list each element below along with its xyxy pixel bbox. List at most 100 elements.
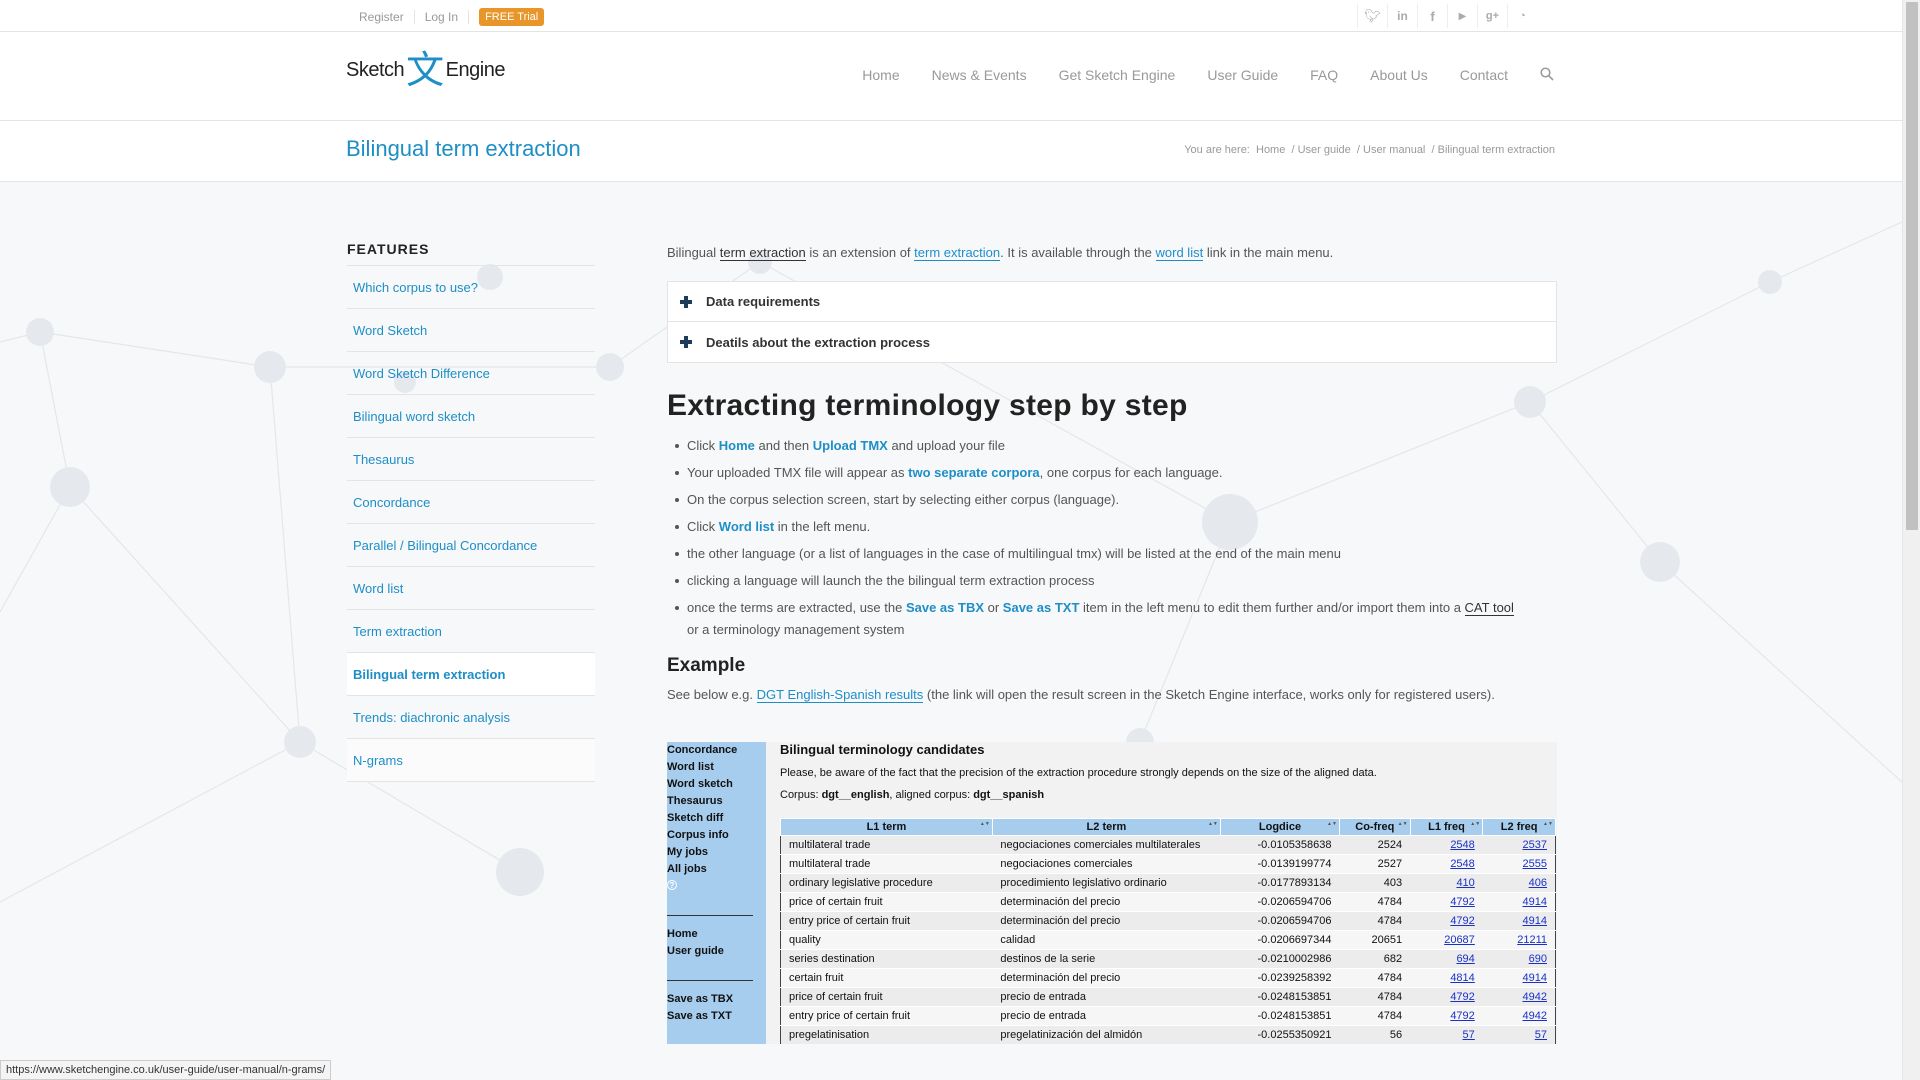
search-icon[interactable] bbox=[1524, 67, 1554, 84]
cell-l2-freq-link[interactable]: 690 bbox=[1482, 949, 1556, 969]
col-l1-term[interactable]: L1 term bbox=[780, 818, 993, 836]
sidebar-item-bilingual-term-extraction[interactable]: Bilingual term extraction bbox=[347, 653, 595, 696]
cell-l2-term: negociaciones comerciales multilaterales bbox=[992, 835, 1221, 855]
breadcrumb-home[interactable]: Home bbox=[1256, 144, 1285, 156]
dgt-results-link[interactable]: DGT English-Spanish results bbox=[756, 687, 924, 703]
nav-home[interactable]: Home bbox=[846, 67, 915, 84]
cell-l1-freq-link[interactable]: 4792 bbox=[1410, 911, 1483, 931]
plus-icon bbox=[680, 295, 692, 308]
step-text: the other language (or a list of languag… bbox=[687, 546, 1341, 561]
sidebar-item-thesaurus[interactable]: Thesaurus bbox=[347, 438, 595, 481]
cell-co-freq: 4784 bbox=[1339, 892, 1411, 912]
rss-icon[interactable]: ◔ bbox=[1507, 4, 1537, 28]
col-logdice[interactable]: Logdice bbox=[1219, 818, 1341, 836]
cell-l2-freq-link[interactable]: 4914 bbox=[1482, 968, 1556, 988]
word-list-step-link[interactable]: Word list bbox=[719, 519, 774, 534]
sidebar-item-parallel-concordance[interactable]: Parallel / Bilingual Concordance bbox=[347, 524, 595, 567]
cell-l1-freq-link[interactable]: 4792 bbox=[1410, 892, 1483, 912]
toggle-extraction-details[interactable]: Deatils about the extraction process bbox=[668, 322, 1556, 362]
shot-note: Please, be aware of the fact that the pr… bbox=[780, 767, 1377, 779]
sidebar-item-word-sketch[interactable]: Word Sketch bbox=[347, 309, 595, 352]
sidebar-item-which-corpus[interactable]: Which corpus to use? bbox=[347, 266, 595, 309]
two-separate-corpora-link[interactable]: two separate corpora bbox=[908, 465, 1040, 480]
cell-l2-freq-link[interactable]: 21211 bbox=[1482, 930, 1556, 950]
col-l2-term[interactable]: L2 term bbox=[991, 818, 1221, 836]
twitter-icon[interactable]: 🐦︎ bbox=[1357, 4, 1387, 28]
col-l2-freq[interactable]: L2 freq bbox=[1482, 818, 1556, 836]
upload-tmx-link[interactable]: Upload TMX bbox=[813, 438, 888, 453]
cell-l2-freq-link[interactable]: 4942 bbox=[1482, 1006, 1556, 1026]
breadcrumb-user-guide[interactable]: User guide bbox=[1298, 144, 1351, 156]
list-item: the other language (or a list of languag… bbox=[667, 543, 1557, 570]
col-l1-freq[interactable]: L1 freq bbox=[1409, 818, 1484, 836]
word-list-link[interactable]: word list bbox=[1155, 245, 1204, 261]
cell-l1-freq-link[interactable]: 57 bbox=[1410, 1025, 1483, 1044]
cell-l2-freq-link[interactable]: 4914 bbox=[1482, 911, 1556, 931]
cat-tool-tooltip[interactable]: CAT tool bbox=[1464, 600, 1514, 616]
login-link[interactable]: Log In bbox=[415, 10, 470, 24]
sidebar-item-word-sketch-difference[interactable]: Word Sketch Difference bbox=[347, 352, 595, 395]
sidebar-item-trends[interactable]: Trends: diachronic analysis bbox=[347, 696, 595, 739]
list-item: Your uploaded TMX file will appear as tw… bbox=[667, 462, 1557, 489]
nav-contact[interactable]: Contact bbox=[1444, 67, 1524, 84]
cell-co-freq: 4784 bbox=[1339, 911, 1411, 931]
example-screenshot: Concordance Word list Word sketch Thesau… bbox=[667, 742, 1557, 1044]
nav-faq[interactable]: FAQ bbox=[1294, 67, 1354, 84]
breadcrumb-user-manual[interactable]: User manual bbox=[1363, 144, 1425, 156]
register-link[interactable]: Register bbox=[349, 10, 415, 24]
cell-l1-freq-link[interactable]: 2548 bbox=[1410, 854, 1483, 874]
cell-l1-freq-link[interactable]: 4792 bbox=[1410, 1006, 1483, 1026]
cell-l1-term: certain fruit bbox=[780, 968, 993, 988]
googleplus-icon[interactable]: g+ bbox=[1477, 4, 1507, 28]
sidebar-item-bilingual-word-sketch[interactable]: Bilingual word sketch bbox=[347, 395, 595, 438]
shot-menu-item: Word list bbox=[667, 761, 714, 773]
cell-l2-freq-link[interactable]: 2537 bbox=[1482, 835, 1556, 855]
step-text: Click bbox=[687, 438, 719, 453]
site-logo[interactable]: Sketch 文 Engine bbox=[346, 51, 505, 89]
cell-co-freq: 403 bbox=[1339, 873, 1411, 893]
toggle-label: Data requirements bbox=[706, 294, 821, 309]
sidebar-item-term-extraction[interactable]: Term extraction bbox=[347, 610, 595, 653]
toggle-data-requirements[interactable]: Data requirements bbox=[668, 282, 1556, 322]
scrollbar-thumb[interactable] bbox=[1906, 2, 1918, 530]
youtube-icon[interactable]: ▶ bbox=[1447, 4, 1477, 28]
home-link[interactable]: Home bbox=[719, 438, 755, 453]
col-co-freq[interactable]: Co-freq bbox=[1339, 818, 1411, 836]
shot-menu-item: Save as TBX bbox=[667, 993, 734, 1005]
nav-about-us[interactable]: About Us bbox=[1354, 67, 1444, 84]
plus-icon bbox=[680, 336, 692, 348]
shot-text: , aligned corpus: bbox=[889, 789, 974, 801]
sidebar-item-n-grams[interactable]: N-grams bbox=[347, 739, 595, 782]
table-row: price of certain fruit precio de entrada -… bbox=[780, 987, 1556, 1007]
nav-news-events[interactable]: News & Events bbox=[916, 67, 1043, 84]
term-extraction-tooltip[interactable]: term extraction bbox=[719, 245, 806, 261]
cell-l1-freq-link[interactable]: 20687 bbox=[1410, 930, 1483, 950]
cell-l1-freq-link[interactable]: 4814 bbox=[1410, 968, 1483, 988]
term-extraction-link[interactable]: term extraction bbox=[914, 245, 1001, 261]
sidebar-item-concordance[interactable]: Concordance bbox=[347, 481, 595, 524]
facebook-icon[interactable]: f bbox=[1417, 4, 1447, 28]
sidebar-item-word-list[interactable]: Word list bbox=[347, 567, 595, 610]
cell-l1-freq-link[interactable]: 410 bbox=[1410, 873, 1483, 893]
nav-user-guide[interactable]: User Guide bbox=[1191, 67, 1294, 84]
cell-l1-freq-link[interactable]: 694 bbox=[1410, 949, 1483, 969]
cell-l2-freq-link[interactable]: 57 bbox=[1482, 1025, 1556, 1044]
cell-l1-term: pregelatinisation bbox=[780, 1025, 993, 1044]
nav-get-sketch-engine[interactable]: Get Sketch Engine bbox=[1043, 67, 1192, 84]
cell-l2-freq-link[interactable]: 4914 bbox=[1482, 892, 1556, 912]
cell-logdice: -0.0248153851 bbox=[1220, 987, 1340, 1007]
shot-menu-item: Word sketch bbox=[667, 778, 733, 790]
cell-l1-freq-link[interactable]: 2548 bbox=[1410, 835, 1483, 855]
shot-menu-item: Sketch diff bbox=[667, 812, 724, 824]
linkedin-icon[interactable]: in bbox=[1387, 4, 1417, 28]
save-as-tbx-link[interactable]: Save as TBX bbox=[906, 600, 984, 615]
cell-l2-freq-link[interactable]: 4942 bbox=[1482, 987, 1556, 1007]
cell-l2-freq-link[interactable]: 406 bbox=[1482, 873, 1556, 893]
cell-l2-freq-link[interactable]: 2555 bbox=[1482, 854, 1556, 874]
cell-l1-freq-link[interactable]: 4792 bbox=[1410, 987, 1483, 1007]
page-scrollbar[interactable] bbox=[1902, 0, 1920, 1080]
free-trial-button[interactable]: FREE Trial bbox=[479, 8, 545, 26]
shot-menu-item: Corpus info bbox=[667, 829, 729, 841]
save-as-txt-link[interactable]: Save as TXT bbox=[1003, 600, 1080, 615]
cell-logdice: -0.0255350921 bbox=[1220, 1025, 1340, 1044]
